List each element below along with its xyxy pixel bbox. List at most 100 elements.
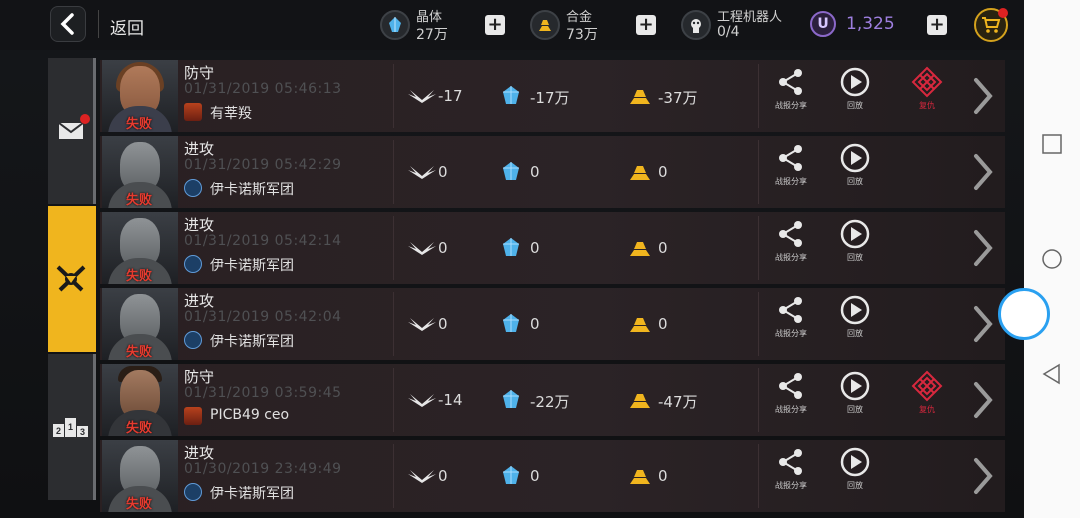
row-detail-button[interactable]	[970, 380, 996, 420]
battle-log-row[interactable]: 失败 防守 01/31/2019 05:46:13 有莘羖 -17 -17万 -…	[100, 60, 1005, 132]
guild-emblem-icon	[184, 103, 202, 121]
alloy-icon	[628, 391, 652, 413]
divider	[758, 368, 759, 432]
back-label[interactable]: 返回	[110, 14, 144, 39]
chevron-right-icon	[970, 458, 996, 500]
pilot-change: 0	[438, 467, 448, 485]
battle-log-screen: 返回 晶体 27万 + 合金 73万 + 工程机器人 0/4 U 1,325 +	[0, 0, 1024, 518]
opponent-avatar: 失败	[102, 212, 178, 284]
home-icon[interactable]	[1040, 247, 1064, 271]
replay-button[interactable]: 回放	[830, 294, 880, 344]
battle-log-row[interactable]: 失败 进攻 01/31/2019 05:42:04 伊卡诺斯军团 0 0 0 战…	[100, 288, 1005, 360]
alloy-value: 73万	[566, 27, 598, 43]
notification-badge	[998, 8, 1008, 18]
share-report-button[interactable]: 战报分享	[766, 446, 816, 496]
replay-button[interactable]: 回放	[830, 218, 880, 268]
replay-button[interactable]: 回放	[830, 446, 880, 496]
crystal-change: -22万	[530, 393, 570, 411]
replay-button[interactable]: 回放	[830, 370, 880, 420]
side-tabs: 2 1 3	[48, 58, 96, 502]
revenge-button[interactable]: 复仇	[902, 66, 952, 116]
tab-ranking[interactable]: 2 1 3	[48, 354, 96, 500]
revenge-icon	[911, 370, 943, 406]
battle-mode: 防守	[184, 64, 215, 82]
divider	[758, 64, 759, 128]
wings-icon	[408, 88, 436, 108]
crystal-change: 0	[530, 163, 540, 181]
play-circle-icon	[839, 66, 871, 102]
share-report-button[interactable]: 战报分享	[766, 142, 816, 192]
replay-label: 回放	[847, 101, 863, 110]
chevron-left-icon	[60, 13, 74, 35]
guild-emblem-icon	[184, 255, 202, 273]
wings-icon	[408, 240, 436, 260]
replay-button[interactable]: 回放	[830, 66, 880, 116]
add-crystal-button[interactable]: +	[485, 15, 505, 35]
share-icon	[776, 296, 806, 328]
chevron-right-icon	[970, 154, 996, 196]
battle-log-row[interactable]: 失败 进攻 01/31/2019 05:42:29 伊卡诺斯军团 0 0 0 战…	[100, 136, 1005, 208]
guild-emblem-icon	[184, 483, 202, 501]
alloy-change: 0	[658, 315, 668, 333]
podium-label: 2	[55, 426, 60, 436]
crystal-icon	[500, 313, 522, 337]
add-premium-button[interactable]: +	[927, 15, 947, 35]
battle-time: 01/30/2019 23:49:49	[184, 461, 342, 477]
battle-mode: 进攻	[184, 444, 215, 462]
back-button[interactable]	[50, 6, 86, 42]
premium-currency-icon: U	[810, 11, 836, 37]
share-label: 战报分享	[775, 101, 807, 110]
row-detail-button[interactable]	[970, 152, 996, 192]
row-detail-button[interactable]	[970, 456, 996, 496]
battle-log-row[interactable]: 失败 进攻 01/30/2019 23:49:49 伊卡诺斯军团 0 0 0 战…	[100, 440, 1005, 512]
add-alloy-button[interactable]: +	[636, 15, 656, 35]
share-report-button[interactable]: 战报分享	[766, 294, 816, 344]
battle-time: 01/31/2019 05:46:13	[184, 81, 342, 97]
wings-icon	[408, 316, 436, 336]
floating-assistant-button[interactable]	[998, 288, 1050, 340]
alloy-icon	[530, 10, 560, 40]
share-report-button[interactable]: 战报分享	[766, 66, 816, 116]
result-label: 失败	[126, 421, 153, 436]
share-icon	[776, 448, 806, 480]
revenge-label: 复仇	[919, 101, 935, 110]
alloy-change: 0	[658, 467, 668, 485]
alloy-icon	[628, 87, 652, 109]
share-icon	[776, 220, 806, 252]
revenge-button[interactable]: 复仇	[902, 370, 952, 420]
tab-battle[interactable]	[48, 206, 96, 352]
crossed-swords-icon	[56, 265, 85, 292]
result-label: 失败	[126, 269, 153, 284]
battle-mode: 进攻	[184, 140, 215, 158]
podium-label: 3	[79, 427, 84, 437]
play-circle-icon	[839, 142, 871, 178]
row-detail-button[interactable]	[970, 304, 996, 344]
row-detail-button[interactable]	[970, 76, 996, 116]
divider	[758, 444, 759, 508]
engineer-robot-icon	[681, 10, 711, 40]
alloy-icon	[628, 239, 652, 261]
recent-apps-icon[interactable]	[1040, 132, 1064, 156]
battle-log-row[interactable]: 失败 进攻 01/31/2019 05:42:14 伊卡诺斯军团 0 0 0 战…	[100, 212, 1005, 284]
replay-label: 回放	[847, 405, 863, 414]
tab-mail[interactable]	[48, 58, 96, 204]
play-circle-icon	[839, 218, 871, 254]
share-report-button[interactable]: 战报分享	[766, 370, 816, 420]
battle-log-row[interactable]: 失败 防守 01/31/2019 03:59:45 PICB49 ceo -14…	[100, 364, 1005, 436]
divider	[393, 64, 394, 128]
share-icon	[776, 68, 806, 100]
shop-button[interactable]	[974, 8, 1008, 42]
battle-time: 01/31/2019 03:59:45	[184, 385, 342, 401]
replay-label: 回放	[847, 481, 863, 490]
divider	[758, 292, 759, 356]
share-report-button[interactable]: 战报分享	[766, 218, 816, 268]
engineer-robot-label: 工程机器人	[717, 10, 783, 25]
battle-mode: 防守	[184, 368, 215, 386]
replay-button[interactable]: 回放	[830, 142, 880, 192]
share-label: 战报分享	[775, 177, 807, 186]
result-label: 失败	[126, 497, 153, 512]
pilot-change: -14	[438, 391, 463, 409]
back-triangle-icon[interactable]	[1040, 362, 1064, 386]
pilot-change: 0	[438, 239, 448, 257]
row-detail-button[interactable]	[970, 228, 996, 268]
